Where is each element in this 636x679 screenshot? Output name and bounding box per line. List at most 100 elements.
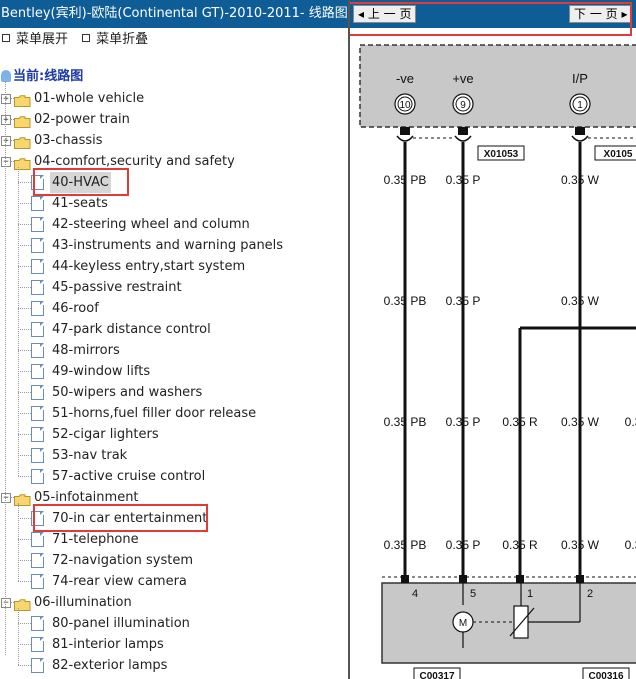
wire-label: 0.35 R (502, 538, 538, 552)
tree-connector (18, 245, 31, 246)
tree-item-label: 82-exterior lamps (52, 658, 168, 673)
expand-node-icon[interactable]: + (1, 94, 11, 104)
tree-doc-item[interactable]: 74-rear view camera (0, 571, 348, 592)
document-icon (31, 616, 44, 631)
tree-doc-item[interactable]: 50-wipers and washers (0, 382, 348, 403)
wire-label: 0.35 PB (384, 538, 427, 552)
tree-item-label: 80-panel illumination (52, 616, 190, 631)
ecu-module-top (359, 44, 636, 128)
tree-doc-item[interactable]: 51-horns,fuel filler door release (0, 403, 348, 424)
tree-connector (18, 167, 19, 476)
tree-doc-item[interactable]: 49-window lifts (0, 361, 348, 382)
document-icon (31, 532, 44, 547)
connector-label: C00317 (419, 671, 454, 679)
wire-label: 0.35 PB (384, 294, 427, 308)
tree-item-label: 81-interior lamps (52, 637, 164, 652)
tree-item-label: 48-mirrors (52, 343, 120, 358)
pin-terminal (576, 575, 584, 583)
tree-item-label: 47-park distance control (52, 322, 211, 337)
pin-label: -ve (396, 71, 414, 86)
wire-label: 0.35 W (561, 538, 600, 552)
tree-doc-item[interactable]: 41-seats (0, 193, 348, 214)
tree-doc-item[interactable]: 52-cigar lighters (0, 424, 348, 445)
document-icon (31, 448, 44, 463)
tree-connector (18, 518, 31, 519)
collapse-menu-label: 菜单折叠 (96, 32, 149, 47)
tree-doc-item[interactable]: 43-instruments and warning panels (0, 235, 348, 256)
folder-icon (14, 492, 31, 506)
pin-clip (396, 135, 414, 142)
folder-shape (14, 95, 31, 107)
expand-node-icon[interactable]: + (1, 136, 11, 146)
wire-label: 0.35 P (446, 538, 481, 552)
pin-number: 1 (527, 588, 533, 600)
pin-number: 10 (399, 100, 411, 111)
tree-item-label: 71-telephone (52, 532, 139, 547)
collapse-node-icon[interactable]: − (1, 598, 11, 608)
tree-item-label: 49-window lifts (52, 364, 151, 379)
tree-doc-item[interactable]: 71-telephone (0, 529, 348, 550)
wire-label: 0.35 W (561, 294, 600, 308)
tree-connector (18, 503, 19, 581)
collapse-node-icon[interactable]: − (1, 493, 11, 503)
tree-connector (18, 308, 31, 309)
tree-folder-item[interactable]: +01-whole vehicle (0, 88, 348, 109)
tree-item-label: 74-rear view camera (52, 574, 187, 589)
window-title: Bentley(宾利)-欧陆(Continental GT)-2010-2011… (0, 0, 348, 28)
tree-doc-item[interactable]: 57-active cruise control (0, 466, 348, 487)
tree-doc-item[interactable]: 82-exterior lamps (0, 655, 348, 676)
collapse-node-icon[interactable]: − (1, 157, 11, 167)
expand-menu-label: 菜单展开 (16, 32, 69, 47)
collapse-menu-button[interactable]: 菜单折叠 (80, 30, 148, 50)
tree-doc-item[interactable]: 53-nav trak (0, 445, 348, 466)
tree-connector (18, 266, 31, 267)
tree-doc-item[interactable]: 47-park distance control (0, 319, 348, 340)
pin-clip (571, 135, 589, 142)
tree-doc-item[interactable]: 44-keyless entry,start system (0, 256, 348, 277)
document-icon (31, 301, 44, 316)
document-icon (31, 196, 44, 211)
tree-doc-item[interactable]: 46-roof (0, 298, 348, 319)
tree-item-label: 46-roof (52, 301, 99, 316)
wire-label: 0.35 R (502, 415, 538, 429)
tree-folder-item[interactable]: − 06-illumination (0, 592, 348, 613)
tree-connector (18, 182, 31, 183)
wire-label: 0.35 P (446, 294, 481, 308)
pin-terminal (459, 575, 467, 583)
tree-doc-item[interactable]: 45-passive restraint (0, 277, 348, 298)
connector-label: C00316 (588, 671, 623, 679)
tree-connector (18, 644, 31, 645)
component-module-bottom (381, 582, 636, 664)
collapse-icon (82, 34, 91, 42)
tree-doc-item[interactable]: 42-steering wheel and column (0, 214, 348, 235)
document-icon (31, 385, 44, 400)
document-icon (31, 406, 44, 421)
tree-folder-item[interactable]: +03-chassis (0, 130, 348, 151)
tree-item-label: 45-passive restraint (52, 280, 182, 295)
expand-menu-button[interactable]: 菜单展开 (0, 30, 68, 50)
tree-item-label: 43-instruments and warning panels (52, 238, 284, 253)
nav-highlight-box (350, 2, 632, 36)
tree-connector (18, 539, 31, 540)
tree-doc-item[interactable]: 80-panel illumination (0, 613, 348, 634)
tree-connector (18, 608, 19, 665)
pin-terminal (400, 127, 410, 135)
tree-doc-item[interactable]: 72-navigation system (0, 550, 348, 571)
connector-label: X0105 (604, 149, 633, 160)
tree-folder-item[interactable]: +02-power train (0, 109, 348, 130)
tree-item-label: 06-illumination (34, 595, 132, 610)
tree-item-label: 50-wipers and washers (52, 385, 203, 400)
tree-doc-item[interactable]: 48-mirrors (0, 340, 348, 361)
pin-label: +ve (452, 71, 473, 86)
expand-node-icon[interactable]: + (1, 115, 11, 125)
document-icon (31, 238, 44, 253)
tree-item-label: 53-nav trak (52, 448, 128, 463)
diagram-pane: -ve 10 +ve 9 I/P 1 X01053 X0105 0.35 PB 0.35 P 0.3… (350, 0, 636, 679)
tree-connector (18, 287, 31, 288)
wire-label: 0.35 PB (384, 173, 427, 187)
pin-number: 2 (587, 588, 593, 600)
tree-doc-item[interactable]: 81-interior lamps (0, 634, 348, 655)
folder-icon (14, 597, 31, 611)
wire-label: 0.35 W (561, 173, 600, 187)
tree-root[interactable]: 当前:线路图 (0, 67, 83, 87)
